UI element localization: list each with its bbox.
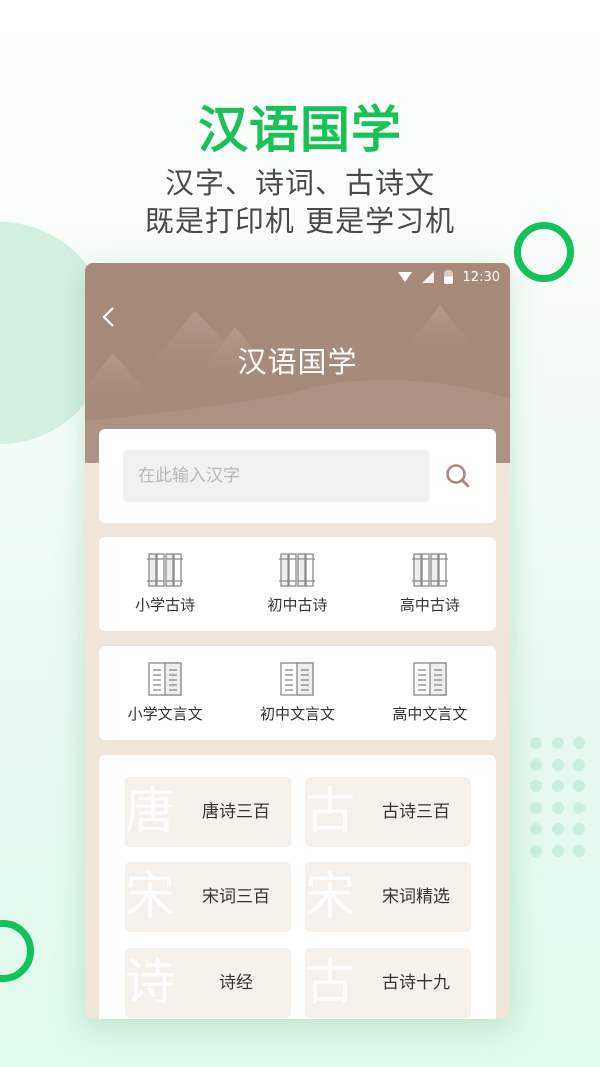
open-book-icon bbox=[280, 662, 315, 696]
open-book-icon bbox=[148, 662, 182, 696]
watermark-char: 宋 bbox=[125, 867, 175, 925]
collection-tile[interactable]: 古 古诗三百 bbox=[305, 777, 471, 847]
open-book-icon bbox=[413, 662, 447, 696]
page-title: 汉语国学 bbox=[237, 345, 358, 379]
hero-title: 汉语国学 bbox=[198, 101, 402, 159]
grade-label: 小学古诗 bbox=[135, 596, 196, 614]
watermark-char: 古 bbox=[305, 782, 355, 840]
collection-tile[interactable]: 古 古诗十九 bbox=[305, 948, 471, 1018]
poetry-grade-card: 小学古诗 初中古诗 高中古诗 bbox=[99, 537, 496, 631]
collection-label: 宋词精选 bbox=[382, 887, 450, 907]
grade-label: 高中文言文 bbox=[392, 705, 468, 723]
watermark-char: 唐 bbox=[125, 782, 175, 840]
hero-subtitle: 汉字、诗词、古诗文 bbox=[164, 166, 435, 200]
grade-item-primary-classical[interactable]: 小学文言文 bbox=[99, 646, 231, 740]
decorative-ring-icon bbox=[0, 920, 34, 982]
bamboo-scroll-icon bbox=[279, 553, 316, 587]
search-icon bbox=[446, 464, 470, 488]
collections-card: 唐 唐诗三百 古 古诗三百 宋 宋词三百 宋 宋词精选 诗 诗经 古 古诗十九 bbox=[99, 755, 496, 1019]
search-input[interactable] bbox=[123, 450, 430, 502]
collection-label: 宋词三百 bbox=[202, 887, 270, 907]
bamboo-scroll-icon bbox=[147, 553, 184, 587]
back-button[interactable] bbox=[99, 305, 119, 329]
grade-label: 小学文言文 bbox=[127, 705, 203, 723]
search-card bbox=[99, 429, 496, 523]
grade-item-middle-classical[interactable]: 初中文言文 bbox=[231, 646, 363, 740]
grade-label: 初中古诗 bbox=[267, 596, 328, 614]
collection-label: 古诗三百 bbox=[382, 802, 450, 822]
phone-screen: 12:30 汉语国学 小学古诗 bbox=[85, 263, 510, 1019]
bamboo-scroll-icon bbox=[411, 553, 448, 587]
signal-icon bbox=[421, 271, 434, 283]
classical-grade-card: 小学文言文 初中文言文 高中文言文 bbox=[99, 646, 496, 740]
search-button[interactable] bbox=[444, 462, 472, 490]
hero-subtitle: 既是打印机 更是学习机 bbox=[144, 204, 456, 238]
chevron-left-icon bbox=[102, 307, 114, 327]
collection-tile[interactable]: 唐 唐诗三百 bbox=[125, 777, 291, 847]
collection-label: 古诗十九 bbox=[382, 973, 450, 993]
collection-label: 诗经 bbox=[219, 973, 253, 993]
battery-icon bbox=[443, 270, 453, 284]
grade-item-primary-poetry[interactable]: 小学古诗 bbox=[99, 537, 231, 631]
wifi-icon bbox=[397, 272, 412, 282]
status-time: 12:30 bbox=[462, 269, 500, 285]
collection-tile[interactable]: 宋 宋词三百 bbox=[125, 862, 291, 932]
collection-label: 唐诗三百 bbox=[202, 802, 270, 822]
collection-tile[interactable]: 诗 诗经 bbox=[125, 948, 291, 1018]
grade-item-high-poetry[interactable]: 高中古诗 bbox=[364, 537, 496, 631]
grade-label: 初中文言文 bbox=[259, 705, 335, 723]
grade-item-middle-poetry[interactable]: 初中古诗 bbox=[231, 537, 363, 631]
watermark-char: 古 bbox=[305, 953, 355, 1011]
grade-label: 高中古诗 bbox=[399, 596, 460, 614]
grade-item-high-classical[interactable]: 高中文言文 bbox=[364, 646, 496, 740]
watermark-char: 宋 bbox=[305, 867, 355, 925]
decorative-dot-grid bbox=[530, 737, 585, 857]
watermark-char: 诗 bbox=[125, 953, 175, 1011]
status-bar: 12:30 bbox=[397, 267, 500, 287]
collection-tile[interactable]: 宋 宋词精选 bbox=[305, 862, 471, 932]
